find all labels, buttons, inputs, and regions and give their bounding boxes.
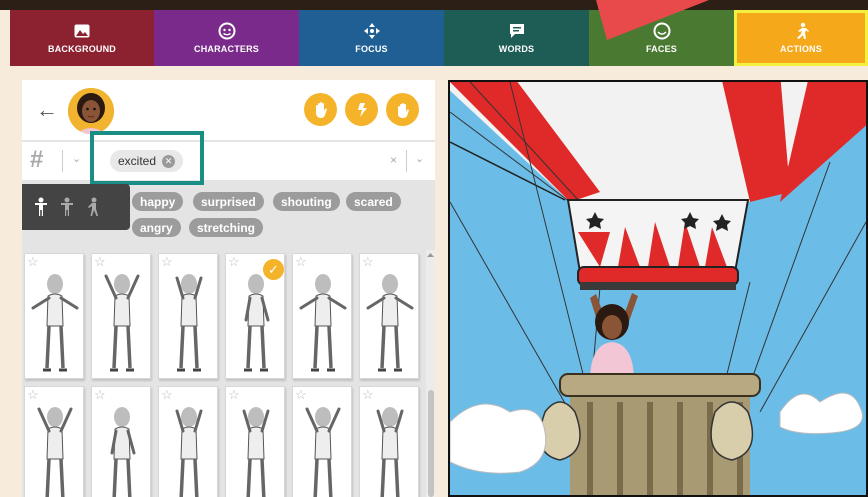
pose-figure-icon	[376, 407, 404, 497]
hand-button[interactable]	[304, 93, 337, 126]
pose-figure-icon	[175, 274, 203, 372]
pose-card[interactable]: ☆	[91, 253, 151, 379]
tag-chip[interactable]: stretching	[189, 218, 264, 237]
tag-search-row: # ⌄ excited ✕ × ⌄	[22, 142, 435, 180]
standing-figure-icon[interactable]	[34, 197, 48, 217]
comic-scene[interactable]	[448, 80, 868, 497]
face-icon	[218, 22, 236, 40]
bolt-button[interactable]	[345, 93, 378, 126]
chevron-down-icon[interactable]: ⌄	[72, 152, 81, 165]
back-arrow-icon[interactable]: ←	[36, 97, 58, 123]
pose-figure-icon	[299, 274, 347, 372]
tag-chip[interactable]: scared	[346, 192, 401, 211]
avatar	[68, 88, 114, 134]
hand-icon	[315, 101, 327, 118]
tab-label: CHARACTERS	[194, 44, 259, 54]
clear-icon[interactable]: ×	[390, 153, 397, 167]
pose-figure-icon	[104, 274, 140, 372]
pose-figure-icon	[242, 407, 270, 497]
bolt-icon	[357, 102, 367, 117]
top-strip	[0, 0, 868, 10]
image-icon	[73, 22, 91, 40]
character-header: ←	[22, 80, 435, 140]
tag-chip[interactable]: shouting	[273, 192, 340, 211]
tab-faces[interactable]: FACES	[589, 0, 734, 66]
move-arrows-icon	[363, 22, 381, 40]
speech-bubble-icon	[508, 22, 526, 40]
pointer-arrow-icon	[596, 0, 709, 40]
pose-card[interactable]: ☆	[292, 253, 352, 379]
tab-label: FOCUS	[355, 44, 388, 54]
pose-card[interactable]: ☆	[359, 386, 419, 497]
pose-card[interactable]: ☆ ✓	[225, 253, 285, 379]
tab-characters[interactable]: CHARACTERS	[154, 10, 299, 66]
pose-figure-icon	[37, 407, 73, 497]
highlight-box	[90, 131, 204, 185]
tab-focus[interactable]: FOCUS	[299, 10, 444, 66]
pose-card[interactable]: ☆	[225, 386, 285, 497]
scrollbar-thumb[interactable]	[428, 390, 434, 497]
pose-figure-icon	[31, 274, 79, 372]
divider	[406, 150, 407, 172]
tab-background[interactable]: BACKGROUND	[10, 10, 154, 66]
pose-card[interactable]: ☆	[24, 253, 84, 379]
pose-card[interactable]: ☆	[24, 386, 84, 497]
tab-label: WORDS	[498, 44, 535, 54]
pose-card[interactable]: ☆	[158, 253, 218, 379]
standing-figure-icon[interactable]	[60, 197, 74, 217]
tab-actions[interactable]: ACTIONS	[734, 10, 868, 66]
chevron-down-icon[interactable]: ⌄	[415, 152, 424, 165]
divider	[62, 150, 63, 172]
pose-figure-icon	[244, 274, 270, 372]
running-person-icon	[792, 22, 810, 40]
wave-hand-icon	[397, 102, 409, 118]
tag-chip[interactable]: happy	[132, 192, 184, 211]
walking-figure-icon[interactable]	[86, 197, 100, 217]
pose-figure-icon	[305, 407, 341, 497]
pose-figure-icon	[175, 407, 203, 497]
category-tabs: BACKGROUND CHARACTERS FOCUS WORDS FACES …	[10, 0, 868, 66]
pose-card[interactable]: ☆	[292, 386, 352, 497]
tab-words[interactable]: WORDS	[444, 10, 589, 66]
pose-card[interactable]: ☆	[91, 386, 151, 497]
pose-filter-group	[22, 184, 130, 230]
scrollbar[interactable]	[426, 250, 435, 497]
hashtag-icon[interactable]: #	[30, 146, 43, 174]
pose-grid: ☆ ☆ ☆ ☆ ✓ ☆ ☆ ☆ ☆ ☆ ☆ ☆ ☆	[22, 250, 426, 497]
actions-panel: ← # ⌄ excited ✕ × ⌄ happy surprised shou…	[22, 80, 435, 497]
tab-label: BACKGROUND	[48, 44, 116, 54]
pose-card[interactable]: ☆	[158, 386, 218, 497]
tab-label: ACTIONS	[780, 44, 822, 54]
wave-hand-button[interactable]	[386, 93, 419, 126]
selected-check-icon: ✓	[263, 259, 284, 280]
tag-chip[interactable]: surprised	[193, 192, 264, 211]
pose-figure-icon	[110, 407, 136, 497]
pose-figure-icon	[366, 274, 414, 372]
tag-chip[interactable]: angry	[132, 218, 181, 237]
pose-card[interactable]: ☆	[359, 253, 419, 379]
